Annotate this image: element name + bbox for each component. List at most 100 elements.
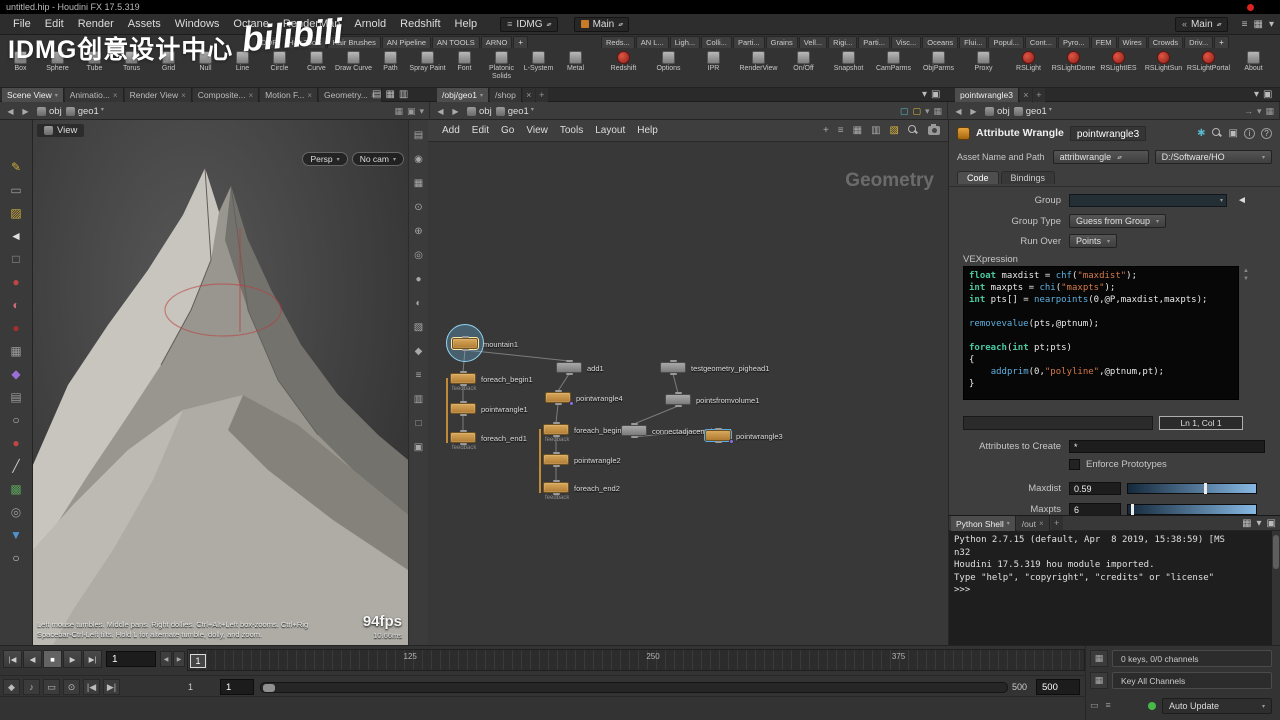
node-foreach-begin1[interactable]: foreach_begin1feedback bbox=[450, 373, 476, 384]
shelf-tab-oceans[interactable]: Oceans bbox=[922, 36, 958, 48]
shelf-tool-box[interactable]: Box bbox=[2, 49, 39, 87]
options-icon[interactable]: ≡ bbox=[1106, 700, 1111, 711]
asset-path-dropdown[interactable]: D:/Software/HO ▾ bbox=[1155, 150, 1272, 164]
maxpts-input[interactable]: 6 bbox=[1069, 503, 1121, 515]
split-icon[interactable]: ▦ bbox=[1265, 106, 1274, 117]
node-pointwrangle3[interactable]: pointwrangle3 bbox=[705, 430, 731, 441]
shelf-tab-flui[interactable]: Flui... bbox=[959, 36, 987, 48]
shelf-tab-rigi[interactable]: Rigi... bbox=[828, 36, 857, 48]
view-layout-icon[interactable]: ▤ bbox=[414, 130, 423, 141]
paint-tool-icon[interactable]: ✎ bbox=[6, 160, 26, 174]
shelf-tool-options[interactable]: Options bbox=[646, 49, 691, 87]
shelf-tool-rslightsun[interactable]: RSLightSun bbox=[1141, 49, 1186, 87]
path-segment-obj[interactable]: obj bbox=[465, 106, 494, 117]
maximize-pane-icon[interactable]: ▣ bbox=[1263, 89, 1272, 100]
keyframe-icon[interactable]: ◆ bbox=[3, 679, 20, 695]
network-editor[interactable]: AddEditGoViewToolsLayoutHelp +≡▦▥▧ Geome… bbox=[428, 120, 948, 645]
shelf-tool-rslighties[interactable]: RSLightIES bbox=[1096, 49, 1141, 87]
zoom-timeline-icon[interactable]: ▭ bbox=[1090, 700, 1099, 711]
frame-increment-button[interactable]: ▶ bbox=[173, 651, 185, 667]
forward-arrow-icon[interactable]: ▶ bbox=[450, 107, 461, 116]
chevron-down-icon[interactable]: ▾ bbox=[419, 106, 424, 117]
chevron-down-icon[interactable]: ▾ bbox=[1049, 106, 1052, 117]
shelf-tool-about[interactable]: About bbox=[1231, 49, 1276, 87]
panes-icon[interactable]: ▦ bbox=[1254, 19, 1263, 30]
shelf-tool-redshift[interactable]: Redshift bbox=[601, 49, 646, 87]
python-shell-terminal[interactable]: Python 2.7.15 (default, Apr 8 2019, 15:3… bbox=[949, 531, 1272, 645]
layout-menu-icon[interactable]: ≡ bbox=[1242, 19, 1248, 30]
split-icon[interactable]: ▦ bbox=[933, 106, 942, 117]
play-button[interactable]: ▶ bbox=[63, 650, 82, 668]
shelf-tab-vell[interactable]: Vell... bbox=[799, 36, 827, 48]
shelf-tab-reds[interactable]: Reds... bbox=[601, 36, 635, 48]
close-tab-icon[interactable]: × bbox=[1020, 88, 1032, 102]
pin-icon[interactable]: ▣ bbox=[407, 106, 416, 117]
network-menu-help[interactable]: Help bbox=[631, 125, 664, 136]
node-foreach-end1[interactable]: foreach_end1feedback bbox=[450, 432, 476, 443]
shelf-tab-fem[interactable]: FEM bbox=[1091, 36, 1117, 48]
shelf-tool-null[interactable]: Null bbox=[187, 49, 224, 87]
shelf-tab-cont[interactable]: Cont... bbox=[1025, 36, 1057, 48]
pane-tab-render-view[interactable]: Render View× bbox=[125, 88, 192, 102]
flipbook-icon[interactable]: ▭ bbox=[43, 679, 60, 695]
shelf-tool-rslight[interactable]: RSLight bbox=[1006, 49, 1051, 87]
split-grid-icon[interactable]: ▦ bbox=[385, 89, 394, 100]
shelf-tool-tube[interactable]: Tube bbox=[76, 49, 113, 87]
circle-tool-icon[interactable]: ○ bbox=[6, 413, 26, 427]
asset-name-dropdown[interactable]: attribwrangle ▴▾ bbox=[1053, 150, 1149, 164]
camera-dropdown[interactable]: No cam ▾ bbox=[352, 152, 404, 166]
star-tool-icon[interactable]: ◆ bbox=[6, 367, 26, 381]
node-foreach-end2[interactable]: foreach_end2feedback bbox=[543, 482, 569, 493]
shelf-tool-torus[interactable]: Torus bbox=[113, 49, 150, 87]
param-tab-code[interactable]: Code bbox=[957, 171, 999, 184]
points-display-icon[interactable]: ⊙ bbox=[414, 202, 422, 213]
pane-tab-pointwrangle3[interactable]: pointwrangle3 bbox=[955, 88, 1019, 102]
shelf-tab-popul[interactable]: Popul... bbox=[988, 36, 1023, 48]
timeline-ruler[interactable]: 1 125250375 bbox=[187, 649, 1085, 671]
audio-icon[interactable]: ♪ bbox=[23, 679, 40, 695]
shelf-tool-on-off[interactable]: On/Off bbox=[781, 49, 826, 87]
material-sphere-tool-icon[interactable]: ● bbox=[6, 321, 26, 335]
recent-node-icon[interactable]: ▢ bbox=[900, 106, 909, 117]
shelf-tool-renderview[interactable]: RenderView bbox=[736, 49, 781, 87]
shelf-tool-sphere[interactable]: Sphere bbox=[39, 49, 76, 87]
gear-menu-icon[interactable]: ✱ bbox=[1197, 128, 1205, 139]
shelf-tab-colli[interactable]: Colli... bbox=[701, 36, 732, 48]
slider-handle[interactable] bbox=[1131, 504, 1134, 515]
scroll-thumb[interactable] bbox=[1273, 535, 1279, 569]
shell-scrollbar[interactable] bbox=[1272, 531, 1280, 645]
key-all-channels-button[interactable]: Key All Channels bbox=[1112, 672, 1272, 689]
shelf-tool-objparms[interactable]: ObjParms bbox=[916, 49, 961, 87]
run-over-dropdown[interactable]: Points ▾ bbox=[1069, 234, 1117, 248]
range-end-input[interactable]: 500 bbox=[1036, 679, 1080, 695]
viewport-label[interactable]: View bbox=[37, 124, 84, 137]
shelf-tool-circle[interactable]: Circle bbox=[261, 49, 298, 87]
node-connectadjacentpieces1[interactable]: connectadjacentpieces1 bbox=[621, 425, 647, 436]
tree-view-icon[interactable]: ≡ bbox=[838, 125, 844, 136]
maximize-pane-icon[interactable]: ▣ bbox=[1267, 518, 1276, 529]
chevron-down-icon[interactable]: ▾ bbox=[55, 92, 58, 99]
help-icon[interactable]: ? bbox=[1261, 128, 1272, 139]
shelf-tab-parti[interactable]: Parti... bbox=[733, 36, 765, 48]
group-list-icon[interactable]: ▥ bbox=[414, 394, 423, 405]
shelf-tab-hair-brushes[interactable]: Hair Brushes bbox=[327, 36, 380, 48]
main-desktop-selector[interactable]: Main ▴▾ bbox=[574, 17, 630, 32]
group-select-arrow-icon[interactable]: ◄ bbox=[1237, 195, 1247, 206]
shelf-tab-crowds[interactable]: Crowds bbox=[1148, 36, 1183, 48]
network-menu-add[interactable]: Add bbox=[436, 125, 466, 136]
menu-assets[interactable]: Assets bbox=[121, 18, 168, 30]
path-segment-geo1[interactable]: geo1 bbox=[64, 106, 101, 117]
shelf-tab-pyro[interactable]: Pyro... bbox=[1058, 36, 1090, 48]
chevron-down-icon[interactable]: ▾ bbox=[531, 106, 534, 117]
slider-handle[interactable] bbox=[1204, 483, 1207, 494]
pane-tab-shop[interactable]: /shop bbox=[490, 88, 522, 102]
chevron-down-icon[interactable]: ▾ bbox=[922, 89, 927, 100]
menu-redshift[interactable]: Redshift bbox=[393, 18, 447, 30]
playback-range-slider[interactable] bbox=[260, 682, 1008, 693]
close-icon[interactable]: × bbox=[307, 91, 312, 100]
shelf-tab-parti[interactable]: Parti... bbox=[858, 36, 890, 48]
shelf-tool-grid[interactable]: Grid bbox=[150, 49, 187, 87]
path-segment-obj[interactable]: obj bbox=[35, 106, 64, 117]
keys-info-button[interactable]: 0 keys, 0/0 channels bbox=[1112, 650, 1272, 667]
forward-arrow-icon[interactable]: ▶ bbox=[968, 107, 979, 116]
